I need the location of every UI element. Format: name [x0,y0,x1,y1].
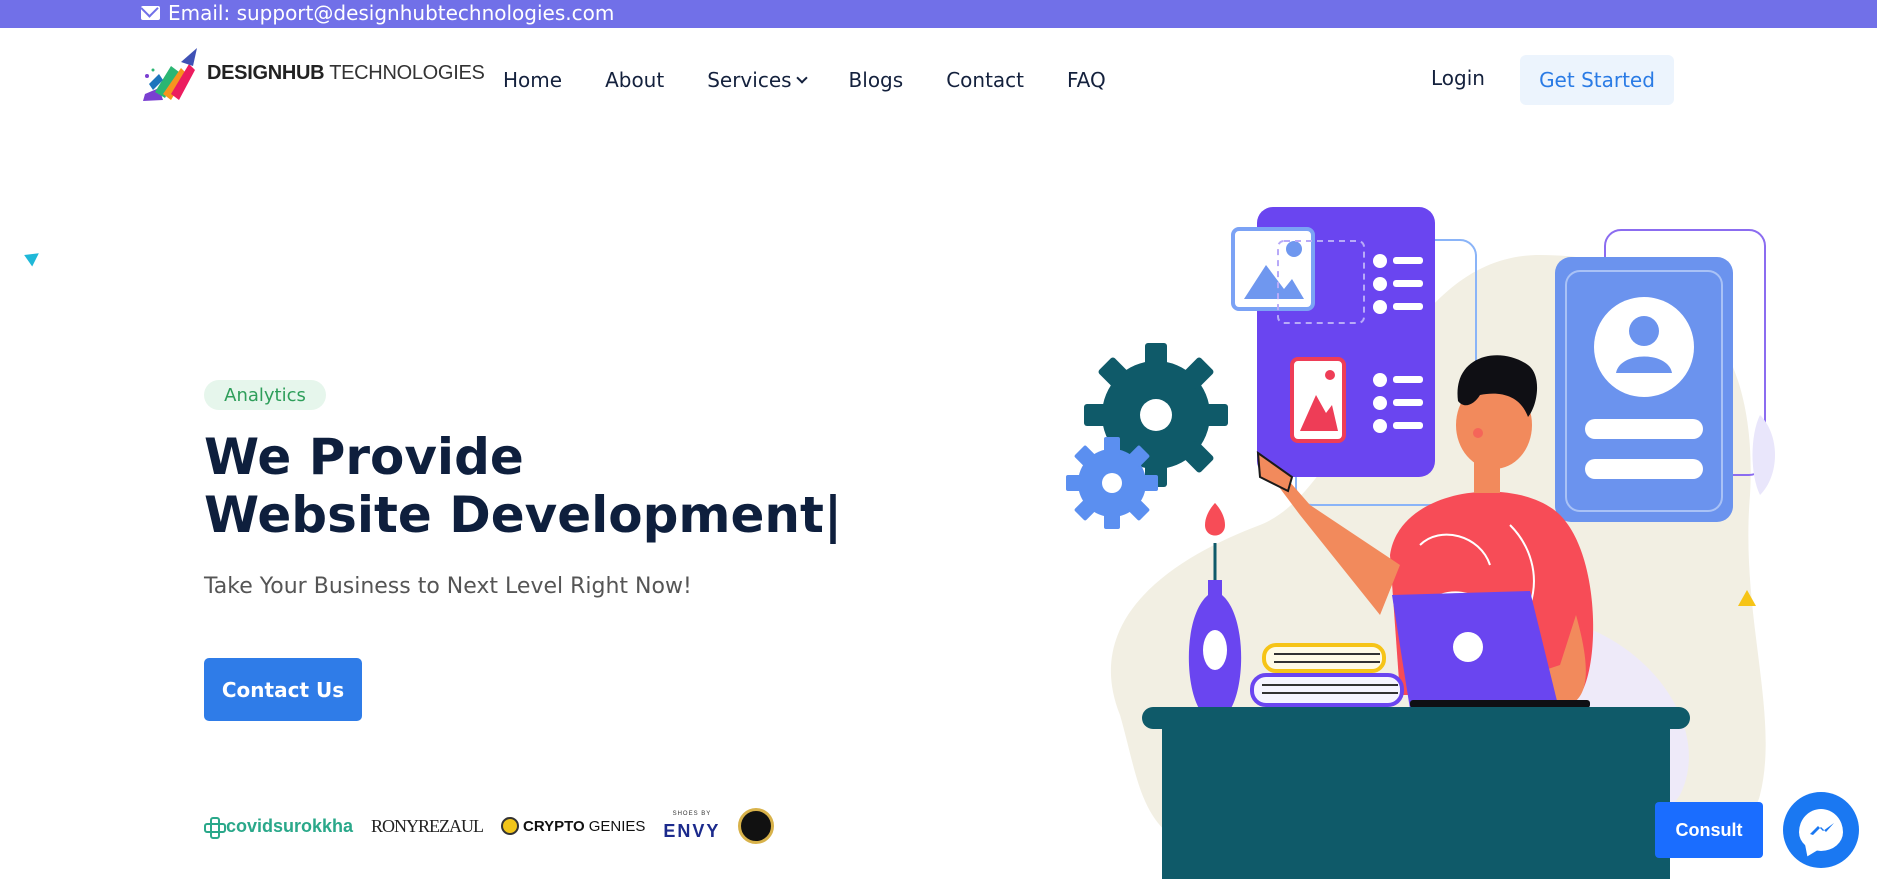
login-link[interactable]: Login [1431,66,1485,90]
brand-logo[interactable]: DESIGNHUB TECHNOLOGIES [141,44,485,102]
consult-button[interactable]: Consult [1655,802,1763,858]
coin-icon [501,817,520,835]
decorative-triangle-icon [1738,590,1756,606]
nav-blogs[interactable]: Blogs [849,68,904,92]
client-logo-cryptogenies: CRYPTO GENIES [501,817,645,835]
chevron-down-icon [795,72,808,84]
rocket-logo-icon [143,48,197,101]
main-nav: Home About Services Blogs Contact FAQ [503,68,1149,92]
top-bar: Email: support@designhubtechnologies.com [0,0,1877,28]
client-logo-envy: SHOES BY ENVY [663,810,721,841]
brand-name: DESIGNHUB TECHNOLOGIES [207,61,485,84]
contact-us-button[interactable]: Contact Us [204,658,362,721]
contact-email[interactable]: Email: support@designhubtechnologies.com [141,1,614,25]
medical-cross-icon [204,817,226,839]
client-logo-ronyrezaul: RONYREZAUL [371,815,484,836]
messenger-icon [1799,809,1843,851]
envelope-icon [141,6,160,20]
hero-subtitle: Take Your Business to Next Level Right N… [204,574,692,599]
nav-contact[interactable]: Contact [946,68,1024,92]
hero-headline: We Provide Website Development| [204,428,842,544]
nav-home[interactable]: Home [503,68,562,92]
messenger-chat-button[interactable] [1783,792,1859,868]
nav-services[interactable]: Services [707,68,808,92]
contact-email-text: Email: support@designhubtechnologies.com [168,1,615,25]
headline-line-2: Website Development| [204,486,843,544]
nav-about[interactable]: About [605,68,664,92]
client-logos: covidsurokkha RONYREZAUL CRYPTO GENIES SH… [204,806,775,846]
decorative-triangle-icon [24,247,43,267]
client-logo-emblem [738,808,775,844]
client-logo-covidsurokkha: covidsurokkha [204,816,353,839]
headline-line-1: We Provide [204,428,524,486]
category-badge: Analytics [204,380,326,410]
hero-illustration [1066,207,1775,879]
nav-faq[interactable]: FAQ [1067,68,1106,92]
get-started-button[interactable]: Get Started [1520,55,1674,105]
